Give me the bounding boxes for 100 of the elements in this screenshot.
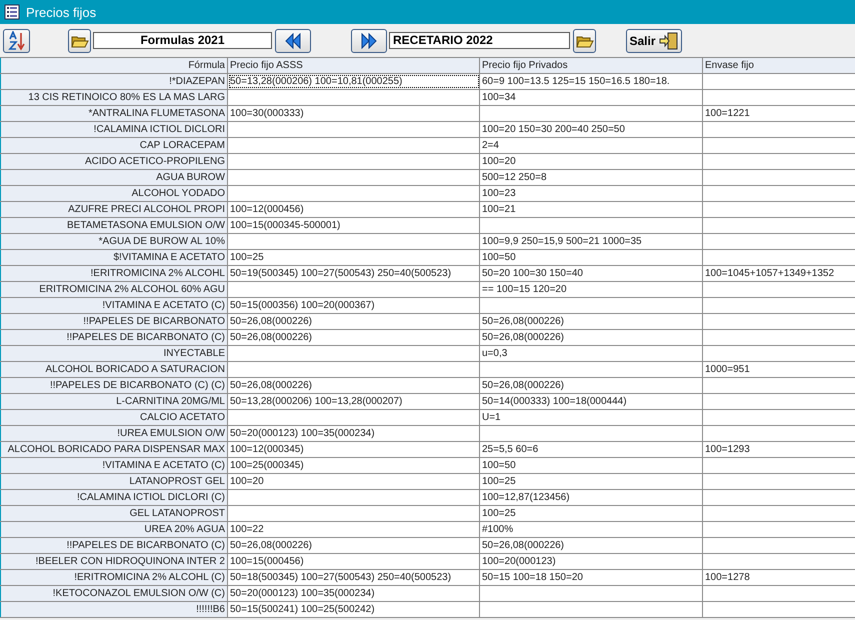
previous-button[interactable]: [275, 28, 311, 52]
table-cell: 50=26,08(000226): [228, 378, 480, 393]
row-header[interactable]: 13 CIS RETINOICO 80% ES LA MAS LARG: [0, 90, 228, 105]
table-cell: 100=15(000456): [228, 554, 480, 569]
row-header[interactable]: !!PAPELES DE BICARBONATO (C) (C): [0, 378, 228, 393]
table-cell: 500=12 250=8: [480, 170, 703, 185]
table-cell: 50=26,08(000226): [480, 330, 703, 345]
table-cell: 100=20(000123): [480, 554, 703, 569]
row-header[interactable]: !ERITROMICINA 2% ALCOHL: [0, 266, 228, 281]
open-folder-button[interactable]: [573, 28, 596, 52]
sort-icon: [8, 30, 26, 50]
row-header[interactable]: !BEELER CON HIDROQUINONA INTER 2: [0, 554, 228, 569]
row-header[interactable]: BETAMETASONA EMULSION O/W: [0, 218, 228, 233]
exit-button[interactable]: Salir: [626, 28, 682, 52]
row-header[interactable]: !VITAMINA E ACETATO (C): [0, 298, 228, 313]
column-header[interactable]: Envase fijo: [703, 58, 855, 73]
exit-door-icon: [658, 32, 678, 50]
table-cell-text: 100=1045+1057+1349+1352: [704, 267, 836, 281]
table-cell: 50=13,28(000206) 100=10,81(000255): [228, 74, 480, 89]
table-cell: 50=26,08(000226): [480, 538, 703, 553]
next-button[interactable]: [351, 28, 387, 52]
table-cell: 50=26,08(000226): [228, 330, 480, 345]
table-cell: 2=4: [480, 138, 703, 153]
table-cell-text: 1000=951: [704, 363, 751, 377]
table-cell: 50=15 100=18 150=20: [480, 570, 703, 585]
table-cell: 50=26,08(000226): [228, 538, 480, 553]
table-cell: == 100=15 120=20: [480, 282, 703, 297]
row-header[interactable]: GEL LATANOPROST: [0, 506, 228, 521]
row-header[interactable]: INYECTABLE: [0, 346, 228, 361]
row-header[interactable]: CAP LORACEPAM: [0, 138, 228, 153]
table-cell: 100=9,9 250=15,9 500=21 1000=35: [480, 234, 703, 249]
table-cell: 100=50: [480, 250, 703, 265]
row-header[interactable]: !!PAPELES DE BICARBONATO: [0, 314, 228, 329]
table-cell: 100=15(000345-500001): [228, 218, 480, 233]
double-left-arrow-icon: [284, 32, 302, 48]
table-cell: 100=30(000333): [228, 106, 480, 121]
row-header[interactable]: L-CARNITINA 20MG/ML: [0, 394, 228, 409]
table-cell: 100=23: [480, 186, 703, 201]
table-cell: 100=21: [480, 202, 703, 217]
row-header[interactable]: !ERITROMICINA 2% ALCOHL (C): [0, 570, 228, 585]
row-header[interactable]: ALCOHOL BORICADO A SATURACION: [0, 362, 228, 377]
row-header[interactable]: !CALAMINA ICTIOL DICLORI: [0, 122, 228, 137]
row-header[interactable]: !VITAMINA E ACETATO (C): [0, 458, 228, 473]
row-header[interactable]: LATANOPROST GEL: [0, 474, 228, 489]
open-folder-button[interactable]: [68, 28, 91, 52]
table-cell: 50=26,08(000226): [480, 378, 703, 393]
row-header[interactable]: *AGUA DE BUROW AL 10%: [0, 234, 228, 249]
table-cell: 50=13,28(000206) 100=13,28(000207): [228, 394, 480, 409]
table-cell: 60=9 100=13.5 125=15 150=16.5 180=18.: [480, 74, 703, 89]
table-cell: 50=19(500345) 100=27(500543) 250=40(500523): [228, 266, 480, 281]
table-cell: 50=14(000333) 100=18(000444): [480, 394, 703, 409]
table-cell: 50=20(000123) 100=35(000234): [228, 426, 480, 441]
table-cell: 100=25(000345): [228, 458, 480, 473]
column-header[interactable]: Fórmula: [0, 58, 228, 73]
row-header[interactable]: !!PAPELES DE BICARBONATO (C): [0, 330, 228, 345]
row-header[interactable]: UREA 20% AGUA: [0, 522, 228, 537]
row-header[interactable]: CALCIO ACETATO: [0, 410, 228, 425]
table-cell: 100=25: [480, 474, 703, 489]
table-cell: 100=50: [480, 458, 703, 473]
list-icon: [4, 4, 20, 20]
row-header[interactable]: !!PAPELES DE BICARBONATO (C): [0, 538, 228, 553]
table-cell: 100=12,87(123456): [480, 490, 703, 505]
table-cell: 100=25: [480, 506, 703, 521]
row-header[interactable]: ACIDO ACETICO-PROPILENG: [0, 154, 228, 169]
row-header[interactable]: AZUFRE PRECI ALCOHOL PROPI: [0, 202, 228, 217]
row-header[interactable]: !*DIAZEPAN: [0, 74, 228, 89]
row-header[interactable]: *ANTRALINA FLUMETASONA: [0, 106, 228, 121]
table-cell: 100=25: [228, 250, 480, 265]
row-header[interactable]: $!VITAMINA E ACETATO: [0, 250, 228, 265]
table-cell: 50=20(000123) 100=35(000234): [228, 586, 480, 601]
row-header[interactable]: ERITROMICINA 2% ALCOHOL 60% AGU: [0, 282, 228, 297]
table-cell: 50=26,08(000226): [480, 314, 703, 329]
row-header[interactable]: ALCOHOL BORICADO PARA DISPENSAR MAX: [0, 442, 228, 457]
double-right-arrow-icon: [360, 32, 378, 48]
table-cell: 100=20: [480, 154, 703, 169]
table-cell: 100=34: [480, 90, 703, 105]
row-header[interactable]: ALCOHOL YODADO: [0, 186, 228, 201]
table-cell: 50=15(500241) 100=25(500242): [228, 602, 480, 617]
table-cell: 25=5,5 60=6: [480, 442, 703, 457]
table-cell: u=0,3: [480, 346, 703, 361]
table-cell: 50=15(000356) 100=20(000367): [228, 298, 480, 313]
row-header[interactable]: !UREA EMULSION O/W: [0, 426, 228, 441]
sort-button[interactable]: [3, 28, 30, 52]
table-cell: 50=20 100=30 150=40: [480, 266, 703, 281]
table-cell: 50=26,08(000226): [228, 314, 480, 329]
column-header[interactable]: Precio fijo ASSS: [228, 58, 480, 73]
target-field[interactable]: RECETARIO 2022: [389, 32, 570, 49]
window-title: Precios fijos: [26, 4, 96, 20]
row-header[interactable]: !CALAMINA ICTIOL DICLORI (C): [0, 490, 228, 505]
table-cell: #100%: [480, 522, 703, 537]
row-header[interactable]: !!!!!!B6: [0, 602, 228, 617]
table-cell: 100=20: [228, 474, 480, 489]
source-field[interactable]: Formulas 2021: [93, 32, 272, 49]
column-header[interactable]: Precio fijo Privados: [480, 58, 703, 73]
row-header[interactable]: AGUA BUROW: [0, 170, 228, 185]
table-cell: 100=12(000456): [228, 202, 480, 217]
table-cell-text: 100=1221: [704, 107, 751, 121]
row-header[interactable]: !KETOCONAZOL EMULSION O/W (C): [0, 586, 228, 601]
table-cell: 100=22: [228, 522, 480, 537]
table-cell-text: 100=1293: [704, 443, 751, 457]
